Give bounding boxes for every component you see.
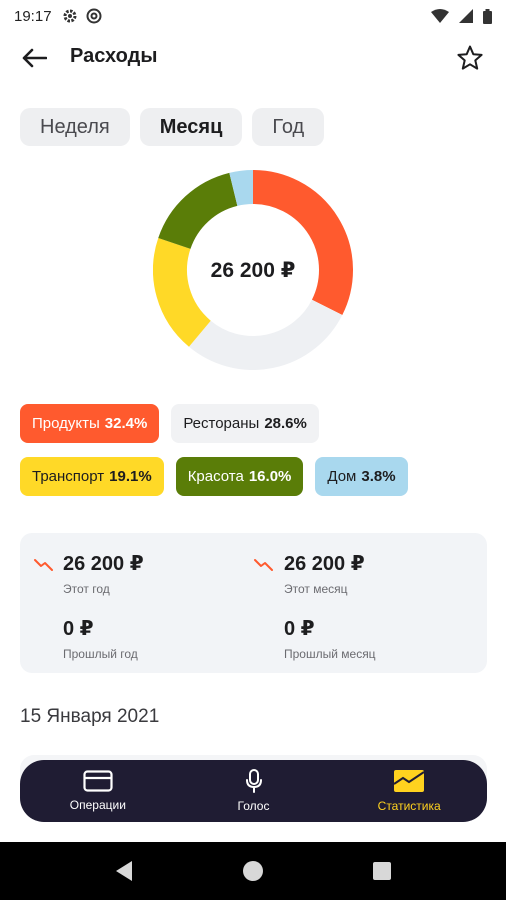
trend-down-icon xyxy=(34,559,53,571)
square-recents-icon xyxy=(372,862,391,880)
nav-voice[interactable]: Голос xyxy=(176,760,332,822)
stat-this-year: 26 200 ₽ Этот год xyxy=(63,551,263,596)
stat-label: Этот год xyxy=(63,582,110,596)
system-home-button[interactable] xyxy=(238,856,268,886)
chip-products[interactable]: Продукты 32.4% xyxy=(20,404,160,443)
tab-week[interactable]: Неделя xyxy=(20,108,130,146)
stat-label: Прошлый месяц xyxy=(284,647,376,661)
nav-operations[interactable]: Операции xyxy=(20,760,176,822)
card-icon xyxy=(83,770,113,792)
status-bar: 19:17 xyxy=(0,0,506,32)
stat-amount: 26 200 ₽ xyxy=(284,553,365,575)
settings-gear-icon xyxy=(63,9,77,23)
bottom-navigation: Операции Голос Статистика xyxy=(20,760,487,822)
microphone-icon xyxy=(245,769,262,793)
chip-label: Продукты xyxy=(32,415,100,432)
stat-this-month: 26 200 ₽ Этот месяц xyxy=(284,551,484,596)
chip-percent: 3.8% xyxy=(361,468,396,485)
system-back-button[interactable] xyxy=(109,856,139,886)
stat-label: Этот месяц xyxy=(284,582,348,596)
nav-label: Операции xyxy=(69,798,126,812)
wifi-icon xyxy=(431,9,449,23)
star-icon xyxy=(457,45,483,70)
chip-label: Транспорт xyxy=(32,468,105,485)
envelope-icon xyxy=(393,770,425,792)
system-recents-button[interactable] xyxy=(367,856,397,886)
chip-percent: 19.1% xyxy=(109,468,152,485)
favorite-button[interactable] xyxy=(454,42,486,74)
triangle-back-icon xyxy=(116,861,133,881)
status-time: 19:17 xyxy=(14,7,52,25)
circle-home-icon xyxy=(242,861,263,881)
stat-amount: 0 ₽ xyxy=(284,618,315,640)
back-button[interactable] xyxy=(18,44,50,72)
date-header: 15 Января 2021 xyxy=(20,706,160,727)
period-tabs: Неделя Месяц Год xyxy=(20,108,325,146)
chip-label: Красота xyxy=(187,468,244,485)
signal-icon xyxy=(459,9,473,23)
tab-month[interactable]: Месяц xyxy=(139,108,243,146)
stat-last-month: 0 ₽ Прошлый месяц xyxy=(284,616,484,661)
nav-label: Статистика xyxy=(377,799,441,813)
app-bar: Расходы xyxy=(0,36,506,80)
tab-year[interactable]: Год xyxy=(252,108,325,146)
stat-last-year: 0 ₽ Прошлый год xyxy=(63,616,263,661)
system-navigation-bar xyxy=(0,842,506,900)
stat-label: Прошлый год xyxy=(63,647,138,661)
battery-icon xyxy=(483,8,492,24)
chip-percent: 16.0% xyxy=(248,468,292,485)
donut-total: 26 200 ₽ xyxy=(210,258,296,282)
nav-statistics[interactable]: Статистика xyxy=(331,760,487,822)
chip-restaurants[interactable]: Рестораны 28.6% xyxy=(171,404,319,443)
arrow-left-icon xyxy=(22,48,47,68)
chip-label: Дом xyxy=(327,468,357,485)
nav-label: Голос xyxy=(237,799,270,813)
category-chips: Продукты 32.4% Рестораны 28.6% Транспорт… xyxy=(20,404,490,510)
stat-amount: 26 200 ₽ xyxy=(63,553,144,575)
expenses-donut-chart: 26 200 ₽ xyxy=(153,170,353,370)
chip-beauty[interactable]: Красота 16.0% xyxy=(175,457,304,496)
stat-amount: 0 ₽ xyxy=(63,618,94,640)
chip-percent: 28.6% xyxy=(264,415,307,432)
trend-down-icon xyxy=(254,559,273,571)
stats-card: 26 200 ₽ Этот год 26 200 ₽ Этот месяц 0 … xyxy=(20,533,487,673)
page-title: Расходы xyxy=(70,45,158,67)
chip-label: Рестораны xyxy=(183,415,260,432)
chip-home[interactable]: Дом 3.8% xyxy=(315,457,408,496)
chip-transport[interactable]: Транспорт 19.1% xyxy=(20,457,164,496)
chip-percent: 32.4% xyxy=(104,415,148,432)
at-sign-icon xyxy=(86,8,102,24)
